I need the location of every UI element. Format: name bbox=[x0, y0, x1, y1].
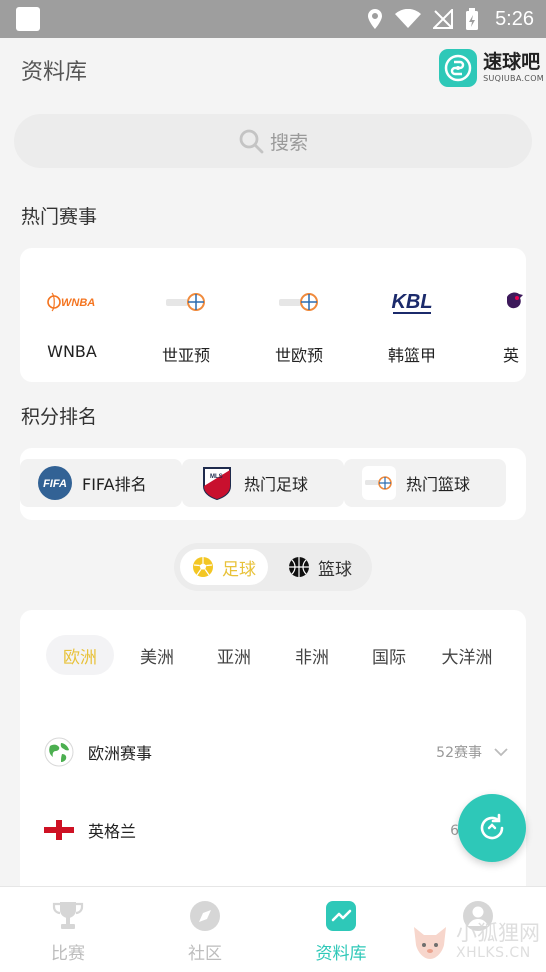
hot-events-title: 热门赛事 bbox=[21, 206, 98, 228]
toggle-label: 足球 bbox=[222, 559, 256, 580]
football-toggle[interactable]: 足球 bbox=[180, 549, 268, 585]
region-card: 欧洲 美洲 亚洲 非洲 国际 大洋洲 欧洲赛事 52赛事 英格兰 bbox=[20, 610, 526, 886]
trophy-icon bbox=[52, 902, 84, 929]
hot-event-asia-qualifiers[interactable]: 世亚预 bbox=[146, 284, 226, 366]
search-icon bbox=[239, 129, 264, 154]
svg-text:FIFA: FIFA bbox=[43, 478, 67, 490]
refresh-icon bbox=[480, 813, 504, 840]
compass-icon bbox=[190, 901, 220, 931]
battery-icon bbox=[466, 8, 479, 30]
fifa-logo-icon: FIFA bbox=[38, 466, 72, 500]
basketball-icon bbox=[289, 557, 309, 577]
hot-event-wnba[interactable]: WNBA WNBA bbox=[32, 284, 112, 361]
nav-label: 比赛 bbox=[51, 944, 85, 964]
fiba-qualifiers-icon bbox=[146, 284, 226, 320]
status-bar: 5:26 bbox=[0, 0, 546, 38]
stats-chart-icon bbox=[326, 901, 356, 931]
nav-community[interactable]: 社区 bbox=[155, 899, 255, 964]
list-item-europe[interactable]: 欧洲赛事 52赛事 bbox=[20, 732, 526, 772]
basketball-toggle[interactable]: 篮球 bbox=[276, 549, 364, 585]
page-title: 资料库 bbox=[21, 60, 88, 85]
tab-asia[interactable]: 亚洲 bbox=[201, 635, 267, 675]
fiba-qualifiers-icon bbox=[259, 284, 339, 320]
rankings-card: FIFA FIFA排名 MLS 热门足球 热门篮球 bbox=[20, 448, 526, 520]
tab-europe[interactable]: 欧洲 bbox=[46, 635, 114, 675]
nav-database[interactable]: 资料库 bbox=[291, 899, 391, 964]
ranking-hot-basketball[interactable]: 热门篮球 bbox=[344, 459, 506, 507]
tab-international[interactable]: 国际 bbox=[356, 635, 422, 675]
rankings-title: 积分排名 bbox=[21, 406, 98, 428]
brand-url: SUQIUBA.COM bbox=[483, 74, 544, 83]
list-item-count: 52赛事 bbox=[436, 745, 482, 761]
status-time: 5:26 bbox=[495, 7, 534, 30]
bottom-nav: 比赛 社区 资料库 我的 bbox=[0, 886, 546, 972]
hot-event-label: WNBA bbox=[47, 342, 97, 361]
svg-text:MLS: MLS bbox=[210, 474, 223, 480]
hot-event-europe-qualifiers[interactable]: 世欧预 bbox=[259, 284, 339, 366]
location-icon bbox=[368, 9, 383, 29]
chevron-down-icon bbox=[494, 748, 508, 757]
ranking-label: 热门篮球 bbox=[406, 475, 471, 494]
search-placeholder: 搜索 bbox=[269, 131, 308, 154]
hot-event-kbl[interactable]: KBL 韩篮甲 bbox=[372, 284, 452, 366]
brand-ball-icon bbox=[439, 49, 478, 87]
signal-icon bbox=[433, 9, 454, 29]
toggle-label: 篮球 bbox=[318, 559, 352, 580]
tab-africa[interactable]: 非洲 bbox=[279, 635, 345, 675]
wifi-icon bbox=[395, 9, 422, 28]
mls-logo-icon: MLS bbox=[200, 466, 234, 500]
fox-logo-icon bbox=[414, 927, 446, 959]
football-icon bbox=[193, 557, 213, 577]
ranking-label: FIFA排名 bbox=[82, 475, 147, 494]
nav-matches[interactable]: 比赛 bbox=[18, 899, 118, 964]
watermark: 小狐狸网 XHLKS.CN bbox=[408, 919, 540, 963]
ranking-hot-football[interactable]: MLS 热门足球 bbox=[182, 459, 344, 507]
hot-event-label: 韩篮甲 bbox=[387, 346, 436, 365]
hot-event-label: 世亚预 bbox=[161, 346, 210, 365]
tab-americas[interactable]: 美洲 bbox=[124, 635, 190, 675]
header: 资料库 速球吧 SUQIUBA.COM bbox=[0, 38, 546, 102]
hot-event-label: 世欧预 bbox=[274, 346, 323, 365]
page-content: 资料库 速球吧 SUQIUBA.COM 搜索 热门赛事 WNBA WNBA 世亚… bbox=[0, 38, 546, 886]
tab-oceania[interactable]: 大洋洲 bbox=[432, 635, 502, 675]
watermark-en: XHLKS.CN bbox=[456, 944, 531, 961]
svg-text:WNBA: WNBA bbox=[61, 297, 95, 309]
brand-name: 速球吧 bbox=[483, 51, 541, 73]
hot-event-label: 英 bbox=[503, 346, 520, 365]
wnba-logo-icon: WNBA bbox=[32, 284, 112, 320]
nav-label: 资料库 bbox=[315, 944, 367, 964]
england-flag-icon bbox=[44, 815, 74, 845]
notification-icon bbox=[16, 7, 40, 31]
status-icons: 5:26 bbox=[367, 0, 534, 38]
list-item-england[interactable]: 英格兰 60赛 bbox=[20, 810, 526, 850]
premier-league-icon bbox=[485, 284, 526, 320]
globe-icon bbox=[44, 737, 74, 767]
list-item-label: 欧洲赛事 bbox=[88, 744, 153, 763]
fiba-logo-icon bbox=[362, 466, 396, 500]
sport-toggle: 足球 篮球 bbox=[174, 543, 372, 591]
hot-events-card: WNBA WNBA 世亚预 世欧预 KBL 韩篮甲 英 bbox=[20, 248, 526, 382]
search-bar[interactable]: 搜索 bbox=[14, 114, 532, 168]
watermark-cn: 小狐狸网 bbox=[456, 920, 540, 945]
svg-text:KBL: KBL bbox=[391, 291, 432, 313]
refresh-fab-button[interactable] bbox=[458, 794, 526, 862]
nav-label: 社区 bbox=[188, 944, 222, 964]
ranking-label: 热门足球 bbox=[244, 475, 309, 494]
kbl-logo-icon: KBL bbox=[372, 284, 452, 320]
hot-event-premier-league[interactable]: 英 bbox=[485, 284, 526, 366]
brand-logo: 速球吧 SUQIUBA.COM bbox=[439, 49, 544, 87]
list-item-label: 英格兰 bbox=[88, 822, 137, 841]
ranking-fifa[interactable]: FIFA FIFA排名 bbox=[20, 459, 182, 507]
